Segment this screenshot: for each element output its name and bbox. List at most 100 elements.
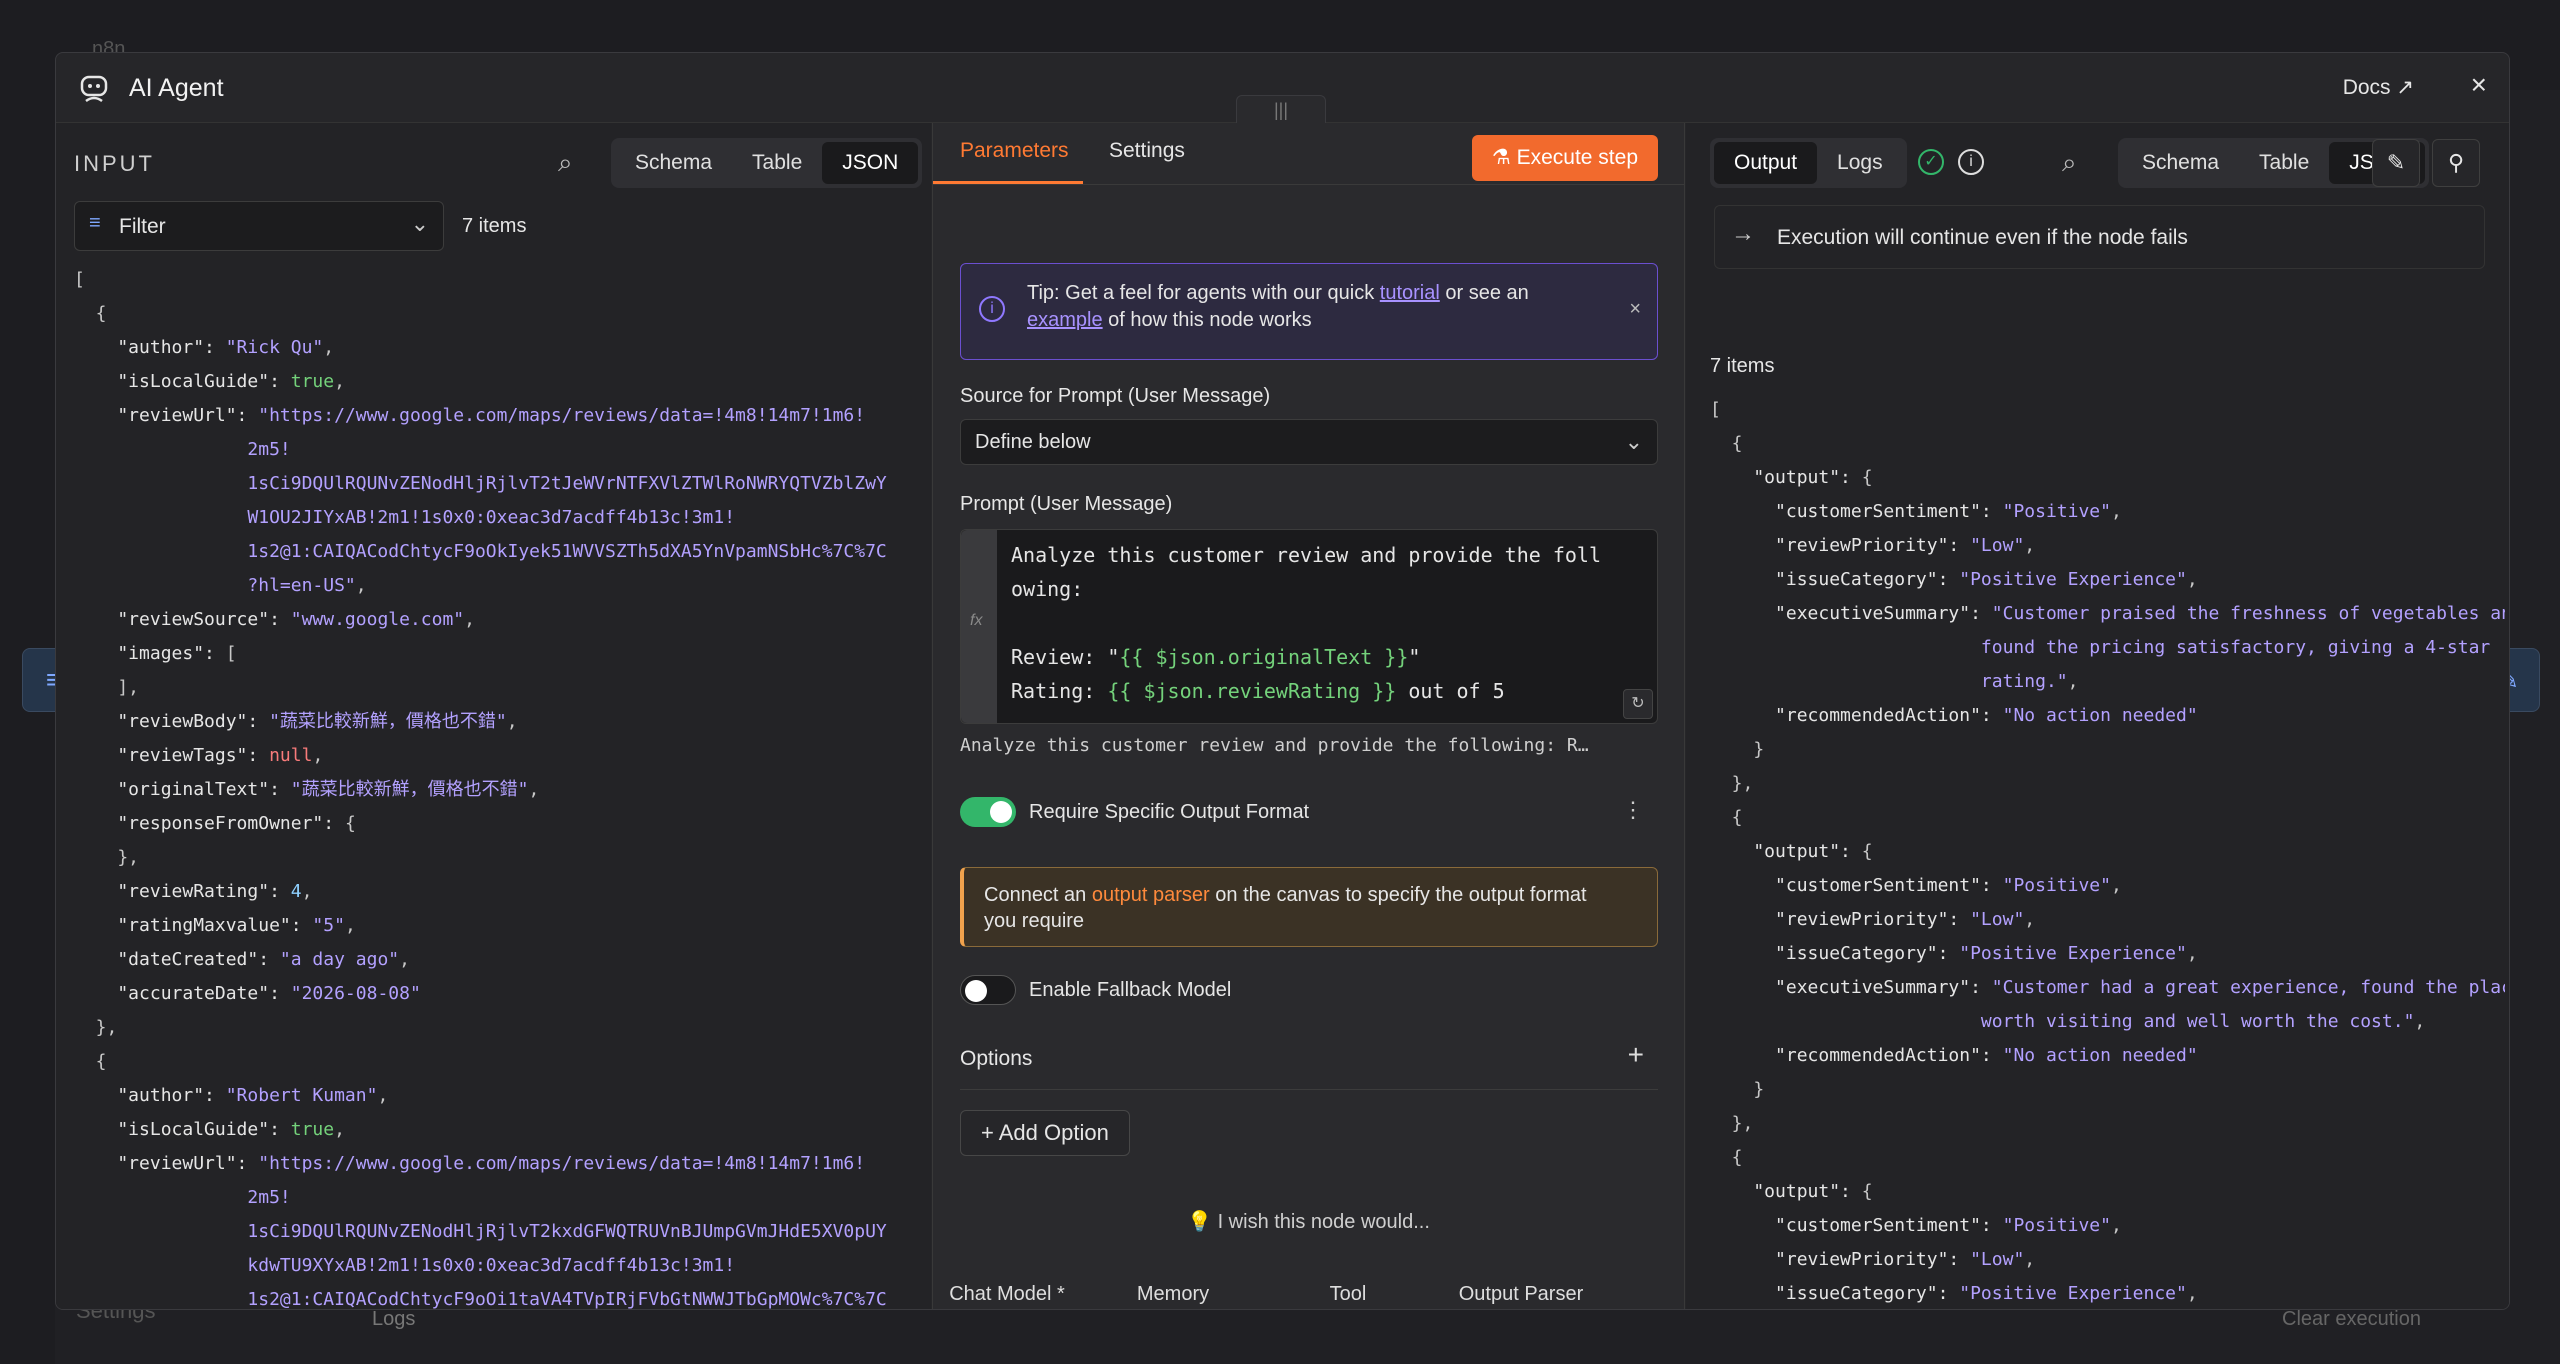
search-icon[interactable]: ⌕ <box>558 147 573 179</box>
external-link-icon: ↗ <box>2396 76 2414 99</box>
search-icon[interactable]: ⌕ <box>2062 147 2077 179</box>
json-line: }, <box>74 1011 924 1045</box>
json-line: { <box>1710 427 2505 461</box>
tip-close-button[interactable]: × <box>1629 298 1641 321</box>
drag-handle[interactable]: ||| <box>1236 95 1326 125</box>
fallback-model-toggle[interactable] <box>960 975 1016 1005</box>
tab-settings[interactable]: Settings <box>1109 139 1185 163</box>
options-divider <box>960 1089 1658 1090</box>
filter-icon: ≡ <box>89 212 101 234</box>
json-token: 4 <box>290 881 302 902</box>
json-line: "responseFromOwner": { <box>74 807 924 841</box>
json-token: "No action needed" <box>2002 705 2198 726</box>
options-add-icon[interactable]: + <box>1628 1039 1644 1071</box>
json-line: { <box>74 297 924 331</box>
more-options-icon[interactable]: ⋮ <box>1622 797 1644 823</box>
json-line: W1OU2JIYxAB!2m1!1s0x0:0xeac3d7acdff4b13c… <box>74 501 924 535</box>
json-line: 1s2@1:CAIQACodChtycF9oOkIyek51WVVSZTh5dX… <box>74 535 924 569</box>
prompt-line2: owing: <box>1011 577 1084 601</box>
json-line: 2m5! <box>74 1181 924 1215</box>
pencil-icon: ✎ <box>2386 150 2406 175</box>
logs-tab[interactable]: Logs <box>372 1308 415 1331</box>
json-token: } <box>1710 1079 1765 1100</box>
json-line: "customerSentiment": "Positive", <box>1710 869 2505 903</box>
json-token: , <box>506 711 518 732</box>
tab-logs[interactable]: Logs <box>1817 142 1903 184</box>
source-select[interactable]: Define below ⌄ <box>960 419 1658 465</box>
tab-json[interactable]: JSON <box>822 142 919 184</box>
json-token: , <box>2110 1215 2122 1236</box>
json-line: 1sCi9DQUlRQUNvZENodHljRjlvT2kxdGFWQTRUVn… <box>74 1215 924 1249</box>
json-token: { <box>1710 807 1743 828</box>
prompt-line1: Analyze this customer review and provide… <box>1011 543 1602 567</box>
json-line: "originalText": "蔬菜比較新鮮，價格也不錯", <box>74 773 924 807</box>
output-item-count: 7 items <box>1710 355 1775 377</box>
prompt-review-label: Review: " <box>1011 645 1120 669</box>
docs-link[interactable]: Docs ↗ <box>2343 75 2414 100</box>
tab-schema[interactable]: Schema <box>615 142 732 184</box>
json-token: "executiveSummary": <box>1710 977 1992 998</box>
json-token: "issueCategory": <box>1710 569 1960 590</box>
expand-icon[interactable]: ↻ <box>1623 689 1653 719</box>
json-token: , <box>399 949 410 970</box>
json-token: { <box>344 813 356 834</box>
example-link[interactable]: example <box>1027 309 1103 331</box>
prompt-rating-end: out of 5 <box>1396 679 1505 703</box>
json-line: "reviewPriority": "Low", <box>1710 529 2505 563</box>
output-parser-link[interactable]: output parser <box>1092 884 1210 906</box>
prompt-editor[interactable]: fx Analyze this customer review and prov… <box>960 529 1658 724</box>
toggle-knob <box>965 980 987 1002</box>
edit-output-button[interactable]: ✎ <box>2372 139 2420 187</box>
subnode-chat-model-label: Chat Model * <box>949 1283 1065 1305</box>
tab-table[interactable]: Table <box>2239 142 2329 184</box>
tip-post: of how this node works <box>1102 309 1312 331</box>
json-token: "isLocalGuide": <box>74 1119 291 1140</box>
json-token: , <box>2067 671 2079 692</box>
json-line: kdwTU9XYxAB!2m1!1s0x0:0xeac3d7acdff4b13c… <box>74 1249 924 1283</box>
tab-parameters[interactable]: Parameters <box>960 139 1069 163</box>
json-line: { <box>74 1045 924 1079</box>
feedback-label: I wish this node would... <box>1217 1211 1430 1233</box>
json-token: { <box>1710 1147 1743 1168</box>
robot-icon <box>80 75 108 103</box>
close-button[interactable]: × <box>2471 69 2487 101</box>
pin-data-button[interactable]: ⚲ <box>2432 139 2480 187</box>
tab-table[interactable]: Table <box>732 142 822 184</box>
json-token: "2026-08-08" <box>290 983 421 1004</box>
tutorial-link[interactable]: tutorial <box>1380 282 1440 304</box>
json-token: "No action needed" <box>2002 1045 2198 1066</box>
json-token: "reviewPriority": <box>1710 535 1971 556</box>
params-tabs-divider <box>933 184 1684 185</box>
tab-output[interactable]: Output <box>1714 142 1818 184</box>
json-line: 1s2@1:CAIQACodChtycF9oOi1taVA4TVpIRjFVbG… <box>74 1283 924 1309</box>
json-token: "ratingMaxvalue": <box>74 915 313 936</box>
feedback-link[interactable]: 💡 I wish this node would... <box>933 1209 1684 1234</box>
json-line: "reviewTags": null, <box>74 739 924 773</box>
json-token: true <box>290 1119 335 1140</box>
pin-icon: ⚲ <box>2447 150 2465 175</box>
prompt-review-end: " <box>1408 645 1421 669</box>
input-json-view: [ { "author": "Rick Qu", "isLocalGuide":… <box>74 263 924 1309</box>
json-token: }, <box>74 1017 118 1038</box>
json-token: ?hl=en-US" <box>74 575 356 596</box>
output-logs-tabs: Output Logs <box>1710 138 1907 188</box>
filter-dropdown[interactable]: ≡ Filter ⌄ <box>74 201 444 251</box>
execute-step-button[interactable]: ⚗ Execute step <box>1471 135 1658 181</box>
json-token: 1s2@1:CAIQACodChtycF9oOkIyek51WVVSZTh5dX… <box>74 541 887 562</box>
prompt-label: Prompt (User Message) <box>960 493 1173 515</box>
json-token: , <box>312 745 324 766</box>
json-line: "customerSentiment": "Positive", <box>1710 1209 2505 1243</box>
json-line: [ <box>1710 393 2505 427</box>
parameters-panel: Parameters Settings ⚗ Execute step i Tip… <box>932 123 1685 1309</box>
add-option-button[interactable]: + Add Option <box>960 1110 1130 1156</box>
subnode-output-parser-label: Output Parser <box>1458 1283 1584 1305</box>
clear-execution-button[interactable]: Clear execution <box>2282 1308 2421 1331</box>
require-output-toggle[interactable] <box>960 797 1016 827</box>
tab-schema[interactable]: Schema <box>2122 142 2239 184</box>
json-token: "output": <box>1710 1181 1862 1202</box>
json-token: "reviewPriority": <box>1710 909 1971 930</box>
json-token: "https://www.google.com/maps/reviews/dat… <box>258 1153 866 1174</box>
json-line: "output": { <box>1710 461 2505 495</box>
json-token: { <box>1861 841 1873 862</box>
info-icon[interactable]: i <box>1958 149 1984 175</box>
